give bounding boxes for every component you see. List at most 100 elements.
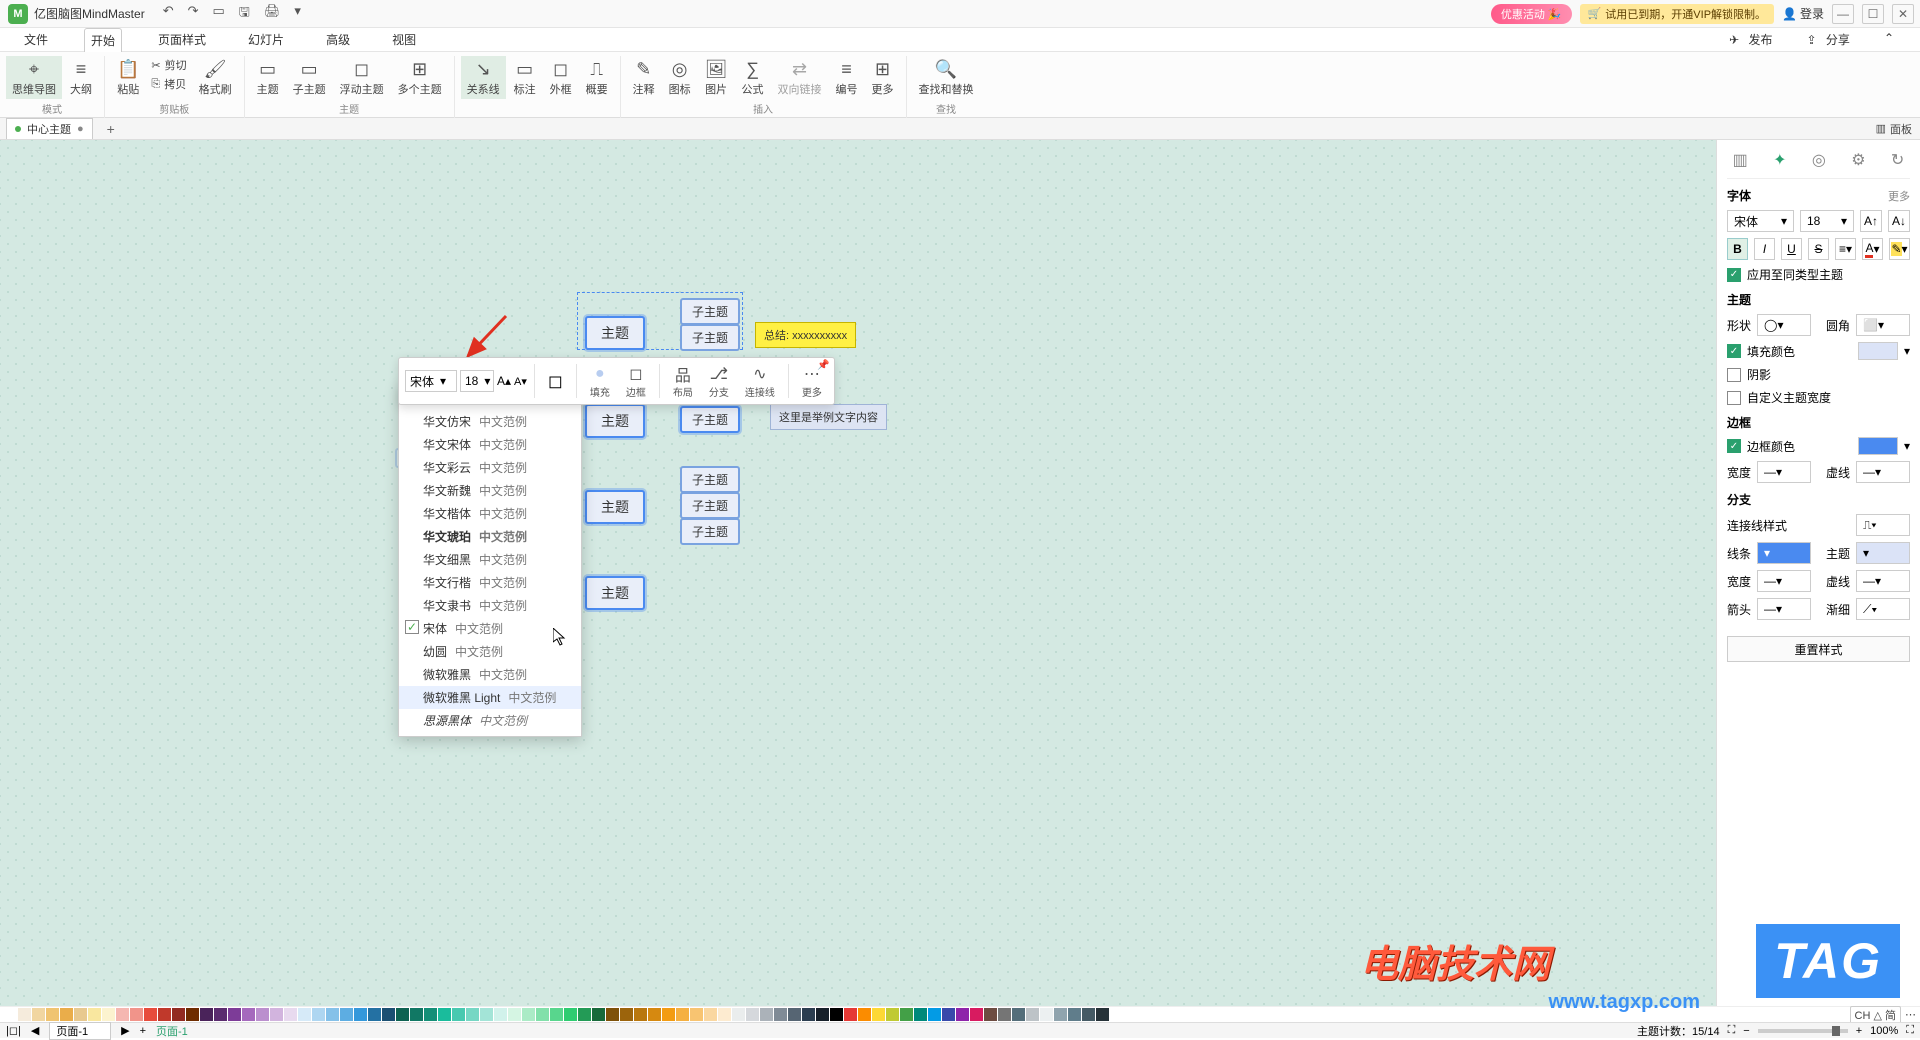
palette-color[interactable]	[452, 1008, 465, 1021]
border-dash-select[interactable]: —▾	[1856, 461, 1910, 483]
relation-button[interactable]: ↘关系线	[461, 56, 506, 99]
float-pin-icon[interactable]: 📌	[817, 360, 829, 371]
palette-color[interactable]	[774, 1008, 787, 1021]
icon-button[interactable]: ◎图标	[663, 56, 697, 99]
palette-color[interactable]	[298, 1008, 311, 1021]
palette-color[interactable]	[1026, 1008, 1039, 1021]
subtopic-node[interactable]: 子主题	[680, 298, 740, 325]
palette-color[interactable]	[662, 1008, 675, 1021]
palette-color[interactable]	[74, 1008, 87, 1021]
boundary-button[interactable]: ◻外框	[544, 56, 578, 99]
palette-color[interactable]	[830, 1008, 843, 1021]
topic-button[interactable]: ▭主题	[251, 56, 285, 99]
document-tab[interactable]: 中心主题●	[6, 118, 93, 139]
palette-color[interactable]	[382, 1008, 395, 1021]
image-button[interactable]: 🖼图片	[699, 56, 734, 99]
apply-same-type-checkbox[interactable]: ✓	[1727, 268, 1741, 282]
font-increase-button[interactable]: A▴	[497, 374, 511, 388]
panel-toggle-button[interactable]: ▥ 面板	[1876, 121, 1912, 137]
border-width-select[interactable]: —▾	[1757, 461, 1811, 483]
fill-button[interactable]: ●填充	[584, 362, 616, 401]
outline-mode-button[interactable]: ≡大纲	[64, 56, 98, 99]
topic-node-1[interactable]: 主题	[585, 316, 645, 350]
align-button[interactable]: ≡▾	[1835, 238, 1856, 260]
palette-color[interactable]	[144, 1008, 157, 1021]
maximize-button[interactable]: ☐	[1862, 4, 1884, 24]
palette-color[interactable]	[326, 1008, 339, 1021]
menu-page-style[interactable]: 页面样式	[152, 28, 212, 51]
reset-style-button[interactable]: 重置样式	[1727, 636, 1910, 662]
page-select[interactable]: 页面-1	[49, 1022, 111, 1040]
palette-color[interactable]	[480, 1008, 493, 1021]
palette-color[interactable]	[998, 1008, 1011, 1021]
callout-button[interactable]: ▭标注	[508, 56, 542, 99]
palette-color[interactable]	[900, 1008, 913, 1021]
highlight-button[interactable]: ✎▾	[1889, 238, 1910, 260]
font-option[interactable]: 思源黑体中文范例	[399, 709, 581, 732]
palette-color[interactable]	[886, 1008, 899, 1021]
canvas[interactable]: 主题 子主题 子主题 总结: xxxxxxxxxx 主题 子主题 这里是举例文字…	[0, 140, 1716, 1006]
fill-checkbox[interactable]: ✓	[1727, 344, 1741, 358]
bilink-button[interactable]: ⇄双向链接	[772, 56, 828, 99]
cut-button[interactable]: ✂ 剪切	[147, 56, 190, 74]
palette-color[interactable]	[354, 1008, 367, 1021]
subtopic-button[interactable]: ▭子主题	[287, 56, 332, 99]
palette-color[interactable]	[550, 1008, 563, 1021]
font-option[interactable]: 微软雅黑中文范例	[399, 663, 581, 686]
palette-color[interactable]	[970, 1008, 983, 1021]
palette-color[interactable]	[32, 1008, 45, 1021]
font-option[interactable]: 华文仿宋中文范例	[399, 410, 581, 433]
palette-color[interactable]	[704, 1008, 717, 1021]
font-color-button[interactable]: A▾	[1862, 238, 1883, 260]
connector-button[interactable]: ∿连接线	[739, 362, 781, 401]
panel-tab-style[interactable]: ✦	[1773, 150, 1786, 170]
multi-topic-button[interactable]: ⊞多个主题	[392, 56, 448, 99]
font-option[interactable]: 华文彩云中文范例	[399, 456, 581, 479]
font-option[interactable]: 微软雅黑 Light中文范例	[399, 686, 581, 709]
[interactable]: —	[1832, 4, 1854, 24]
panel-tab-history[interactable]: ↻	[1891, 150, 1904, 170]
font-family-select[interactable]: 宋体▾	[405, 370, 457, 392]
zoom-in-icon[interactable]: +	[1856, 1025, 1862, 1037]
palette-color[interactable]	[914, 1008, 927, 1021]
panel-font-increase[interactable]: A↑	[1860, 210, 1882, 232]
palette-color[interactable]	[676, 1008, 689, 1021]
share-link[interactable]: ⇪ 分享	[1801, 28, 1862, 51]
panel-tab-page[interactable]: ▥	[1733, 150, 1748, 170]
page-nav-icon[interactable]: |◻|	[6, 1024, 21, 1037]
palette-color[interactable]	[18, 1008, 31, 1021]
palette-color[interactable]	[872, 1008, 885, 1021]
palette-color[interactable]	[746, 1008, 759, 1021]
palette-color[interactable]	[1068, 1008, 1081, 1021]
font-option[interactable]: 华文楷体中文范例	[399, 502, 581, 525]
palette-color[interactable]	[284, 1008, 297, 1021]
palette-color[interactable]	[984, 1008, 997, 1021]
subtopic-node[interactable]: 子主题	[680, 324, 740, 351]
palette-color[interactable]	[102, 1008, 115, 1021]
font-option[interactable]: 华文行楷中文范例	[399, 571, 581, 594]
arrow-select[interactable]: —▾	[1757, 598, 1811, 620]
font-more-link[interactable]: 更多	[1888, 188, 1910, 204]
login-button[interactable]: 👤 登录	[1782, 5, 1824, 22]
undo-icon[interactable]: ↶	[163, 3, 174, 25]
custom-width-checkbox[interactable]	[1727, 391, 1741, 405]
palette-color[interactable]	[242, 1008, 255, 1021]
palette-color[interactable]	[760, 1008, 773, 1021]
menu-advanced[interactable]: 高级	[320, 28, 356, 51]
panel-tab-icon[interactable]: ◎	[1812, 150, 1826, 170]
line-color-select[interactable]: ▾	[1757, 542, 1811, 564]
subtopic-node[interactable]: 子主题	[680, 492, 740, 519]
font-option[interactable]: 华文宋体中文范例	[399, 433, 581, 456]
palette-color[interactable]	[410, 1008, 423, 1021]
palette-more-icon[interactable]: ⋯	[1905, 1008, 1916, 1021]
palette-color[interactable]	[172, 1008, 185, 1021]
palette-color[interactable]	[858, 1008, 871, 1021]
save-icon[interactable]: 🖫	[239, 3, 250, 25]
taper-select[interactable]: ⟋▾	[1856, 598, 1910, 620]
menu-view[interactable]: 视图	[386, 28, 422, 51]
format-painter-button[interactable]: 🖌格式刷	[193, 56, 238, 99]
palette-color[interactable]	[942, 1008, 955, 1021]
palette-color[interactable]	[690, 1008, 703, 1021]
border-button[interactable]: ◻边框	[620, 362, 652, 401]
subtopic-node[interactable]: 子主题	[680, 406, 740, 433]
